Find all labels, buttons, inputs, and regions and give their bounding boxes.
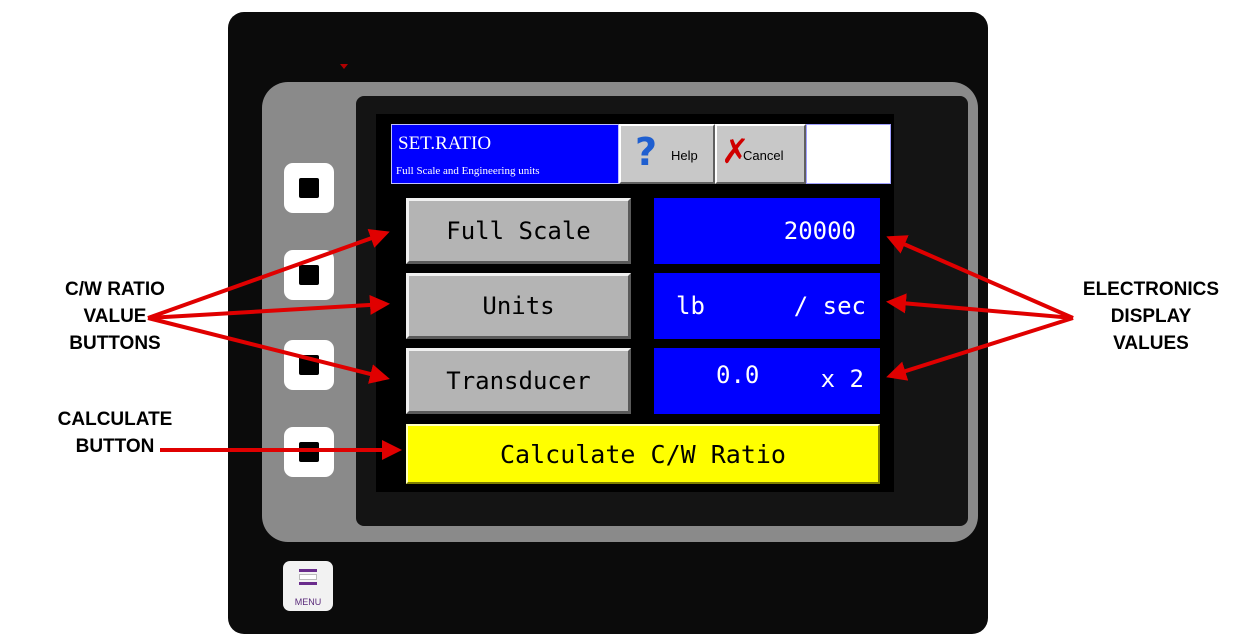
- side-key-2[interactable]: [284, 250, 334, 300]
- screen-subtitle: Full Scale and Engineering units: [396, 165, 540, 177]
- menu-icon: [299, 569, 317, 591]
- side-key-square-icon: [299, 442, 319, 462]
- cancel-button[interactable]: ✗ Cancel: [715, 124, 806, 184]
- help-button[interactable]: ? Help: [619, 124, 715, 184]
- full-scale-button[interactable]: Full Scale: [406, 198, 631, 264]
- side-key-square-icon: [299, 265, 319, 285]
- help-question-icon: ?: [635, 130, 658, 174]
- side-key-4[interactable]: [284, 427, 334, 477]
- indicator-mark: [340, 64, 348, 69]
- screen-title: SET.RATIO: [398, 133, 492, 154]
- annotation-line: VALUE: [83, 306, 147, 327]
- transducer-button-label: Transducer: [446, 367, 591, 395]
- cancel-label: Cancel: [743, 148, 784, 163]
- annotation-line: CALCULATE: [57, 409, 173, 430]
- annotation-line: C/W RATIO: [65, 279, 165, 300]
- full-scale-value: 20000: [783, 217, 856, 245]
- side-key-square-icon: [299, 178, 319, 198]
- units-value-mass: lb: [676, 292, 705, 320]
- menu-label: MENU: [294, 597, 322, 607]
- transducer-multiplier: x 2: [820, 365, 864, 393]
- side-key-1[interactable]: [284, 163, 334, 213]
- help-label: Help: [671, 148, 698, 163]
- transducer-value: 0.0: [716, 361, 760, 389]
- units-value-display: lb / sec: [654, 273, 880, 339]
- blank-field: [806, 124, 891, 184]
- calculate-button-label: CALCULATE BUTTON: [40, 406, 190, 460]
- full-scale-button-label: Full Scale: [446, 217, 591, 245]
- annotation-line: DISPLAY: [1110, 306, 1192, 327]
- annotation-line: ELECTRONICS: [1082, 279, 1220, 300]
- annotation-line: VALUES: [1113, 333, 1189, 354]
- menu-button[interactable]: MENU: [283, 561, 333, 611]
- units-button-label: Units: [482, 292, 555, 320]
- screen-title-bar: SET.RATIO Full Scale and Engineering uni…: [391, 124, 619, 184]
- units-value-time: / sec: [793, 292, 866, 320]
- transducer-value-display: 0.0 x 2: [654, 348, 880, 414]
- annotation-line: BUTTONS: [69, 333, 161, 354]
- calculate-button-label: Calculate C/W Ratio: [500, 439, 786, 469]
- units-button[interactable]: Units: [406, 273, 631, 339]
- side-key-3[interactable]: [284, 340, 334, 390]
- transducer-button[interactable]: Transducer: [406, 348, 631, 414]
- side-key-square-icon: [299, 355, 319, 375]
- electronics-display-values-label: ELECTRONICS DISPLAY VALUES: [1076, 276, 1226, 357]
- cw-ratio-value-buttons-label: C/W RATIO VALUE BUTTONS: [40, 276, 190, 357]
- annotation-line: BUTTON: [75, 436, 155, 457]
- full-scale-value-display: 20000: [654, 198, 880, 264]
- calculate-cw-ratio-button[interactable]: Calculate C/W Ratio: [406, 424, 880, 484]
